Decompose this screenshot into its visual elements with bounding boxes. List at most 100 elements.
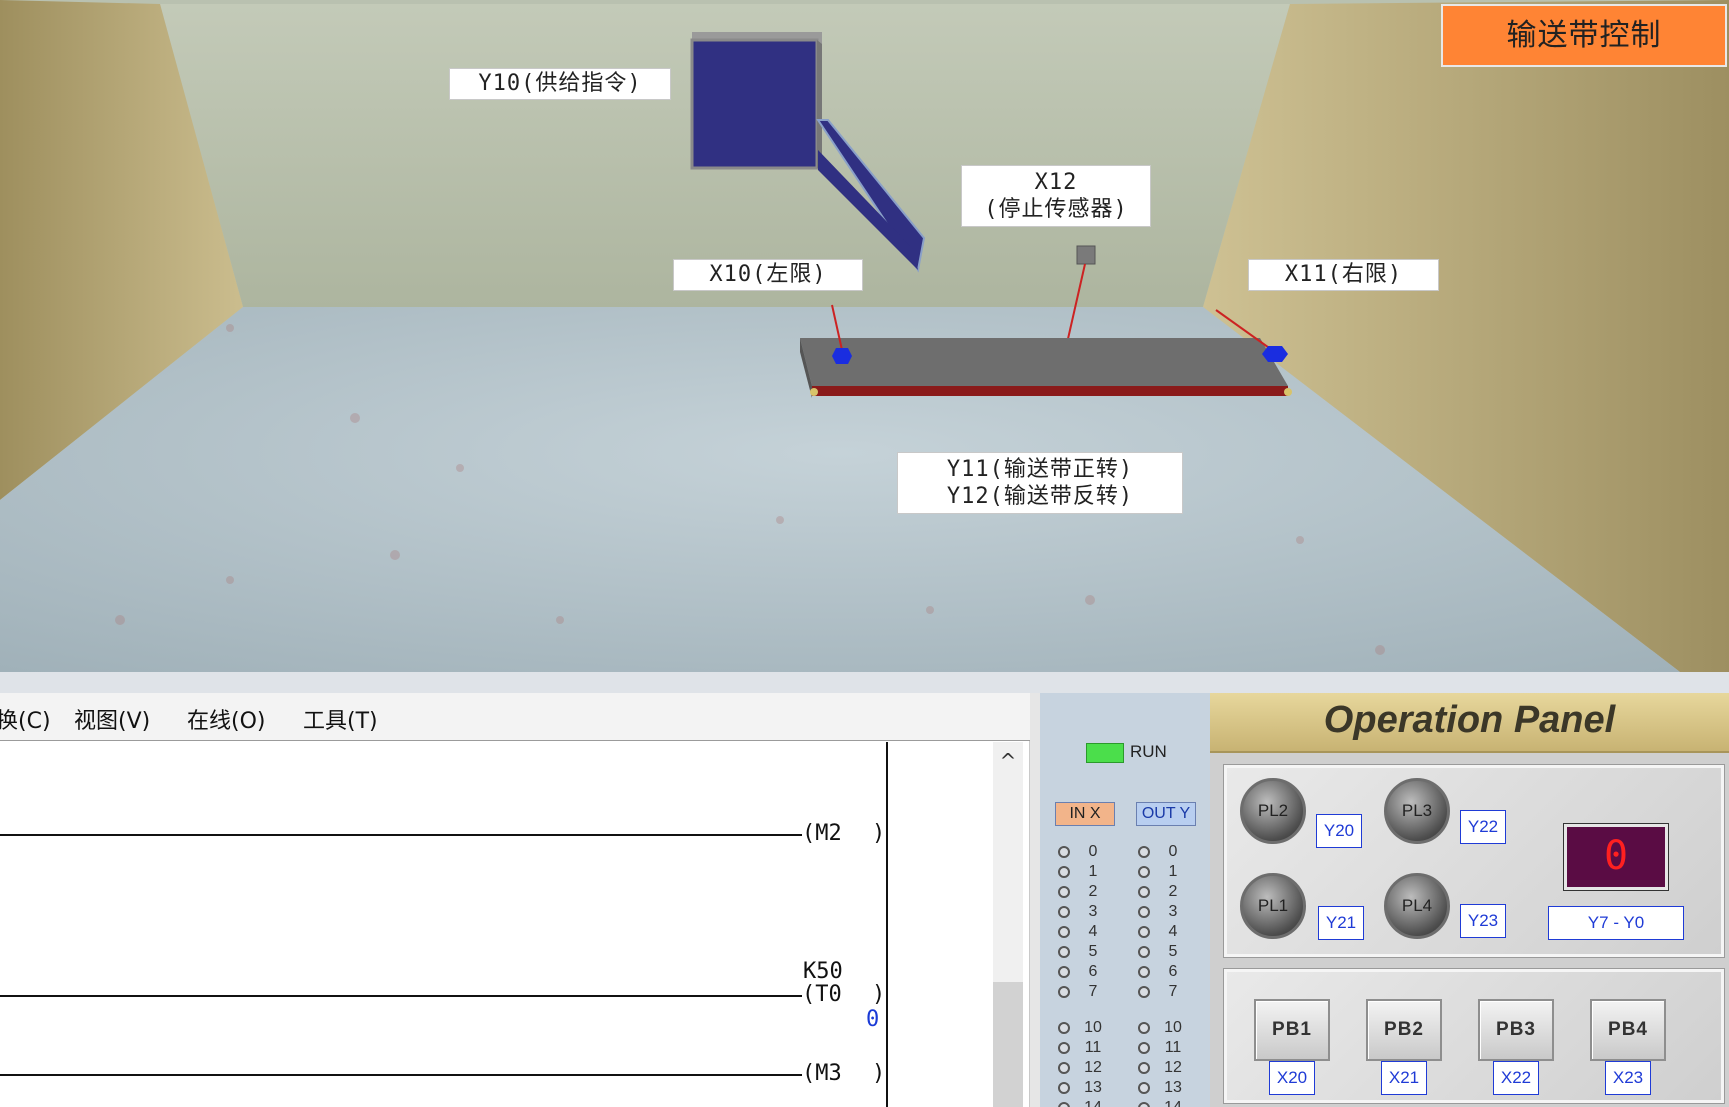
output-number: 0 [1168,843,1178,860]
pl2-address: Y20 [1316,814,1362,848]
coil-m2[interactable]: (M2 [802,821,842,846]
output-number: 6 [1168,963,1178,980]
ladder-diagram[interactable]: (M2 ) K50 (T0 ) 0 (M3 ) [0,742,1030,1107]
menu-view[interactable]: 视图(V) [74,703,150,735]
label-y11-y12-belt: Y11(输送带正转) Y12(输送带反转) [897,452,1183,514]
conveyor-3d-scene: Y10(供给指令) X12 (停止传感器) X10(左限) X11(右限) Y1… [0,0,1729,672]
output-led [1138,906,1150,918]
room-graphic [0,0,1729,672]
input-number: 3 [1088,903,1098,920]
conveyor-control-title[interactable]: 输送带控制 [1441,4,1727,67]
label-x12-stop-sensor: X12 (停止传感器) [961,165,1151,227]
io-row: 11 [1040,863,1210,881]
output-led [1138,866,1150,878]
input-number: 13 [1084,1079,1102,1096]
output-number: 11 [1164,1039,1182,1056]
io-row: 13 13 [1040,1079,1210,1097]
push-button-pb3[interactable]: PB3 [1478,999,1554,1061]
pl3-label: PL3 [1401,801,1433,820]
vertical-scrollbar[interactable]: ^ [993,742,1023,1107]
output-led [1138,846,1150,858]
pl1-label: PL1 [1257,896,1289,915]
pb1-address: X20 [1269,1061,1315,1095]
menu-convert[interactable]: 换(C) [0,703,51,735]
output-led [1138,986,1150,998]
io-row: 77 [1040,983,1210,1001]
operation-panel-title: Operation Panel [1323,699,1616,741]
scrollbar-thumb[interactable] [993,982,1023,1107]
output-led [1138,1042,1150,1054]
timer-current-value: 0 [866,1007,880,1032]
output-number: 2 [1168,883,1178,900]
input-number: 6 [1088,963,1098,980]
io-row: 33 [1040,903,1210,921]
input-led [1058,946,1070,958]
push-button-pb1[interactable]: PB1 [1254,999,1330,1061]
io-row: 12 12 [1040,1059,1210,1077]
seven-segment-display: 0 [1563,823,1669,891]
coil-m3[interactable]: (M3 [802,1061,842,1086]
pl4-address: Y23 [1460,904,1506,938]
input-led [1058,1062,1070,1074]
input-led [1058,1042,1070,1054]
pilot-lamp-pl1: PL1 [1240,873,1306,939]
operation-panel: Operation Panel PL2 Y20 PL3 Y22 PL1 Y21 … [1210,693,1729,1107]
output-number: 1 [1168,863,1178,880]
scroll-up-arrow-icon[interactable]: ^ [993,746,1023,776]
label-y11-forward: Y11(输送带正转) [946,457,1134,482]
io-row: 55 [1040,943,1210,961]
output-number: 14 [1158,1099,1188,1107]
push-button-pb2[interactable]: PB2 [1366,999,1442,1061]
scene-bottom-border [0,672,1729,693]
output-led [1138,946,1150,958]
input-number: 12 [1084,1059,1102,1076]
io-row: 44 [1040,923,1210,941]
pb2-address: X21 [1381,1061,1427,1095]
coil-m2-close: ) [872,821,886,846]
menu-bar: 换(C) 视图(V) 在线(O) 工具(T) [0,693,1030,741]
input-number: 4 [1088,923,1098,940]
output-number: 13 [1164,1079,1182,1096]
label-y12-reverse: Y12(输送带反转) [946,484,1134,509]
push-button-pb4[interactable]: PB4 [1590,999,1666,1061]
coil-t0[interactable]: (T0 [802,982,842,1007]
output-number: 12 [1164,1059,1182,1076]
pb3-address: X22 [1493,1061,1539,1095]
timer-constant[interactable]: K50 [803,959,843,984]
run-label: RUN [1130,742,1167,761]
pl3-address: Y22 [1460,810,1506,844]
io-row: 22 [1040,883,1210,901]
input-led [1058,1102,1070,1107]
ladder-rung-1 [0,834,802,836]
input-led [1058,1022,1070,1034]
output-led [1138,1062,1150,1074]
input-led [1058,886,1070,898]
input-led [1058,966,1070,978]
label-y10-feed: Y10(供给指令) [449,68,671,100]
menu-tools[interactable]: 工具(T) [303,703,378,735]
input-led [1058,986,1070,998]
io-row: 00 [1040,843,1210,861]
ladder-rung-3 [0,1074,802,1076]
output-led [1138,926,1150,938]
io-row: 14 14 [1040,1099,1210,1107]
output-number: 3 [1168,903,1178,920]
conveyor-belt [800,338,1292,398]
pl2-label: PL2 [1257,801,1289,820]
input-number: 1 [1088,863,1098,880]
input-number: 2 [1088,883,1098,900]
display-address: Y7 - Y0 [1548,906,1684,940]
input-led [1058,1082,1070,1094]
output-led [1138,1102,1150,1107]
output-led [1138,1082,1150,1094]
output-led [1138,1022,1150,1034]
label-x12-desc: (停止传感器) [984,197,1128,222]
pb4-address: X23 [1605,1061,1651,1095]
pilot-lamp-pl2: PL2 [1240,778,1306,844]
coil-t0-close: ) [872,982,886,1007]
output-number: 7 [1168,983,1178,1000]
output-led [1138,966,1150,978]
menu-online[interactable]: 在线(O) [187,703,265,735]
input-number: 0 [1088,843,1098,860]
input-number: 5 [1088,943,1098,960]
